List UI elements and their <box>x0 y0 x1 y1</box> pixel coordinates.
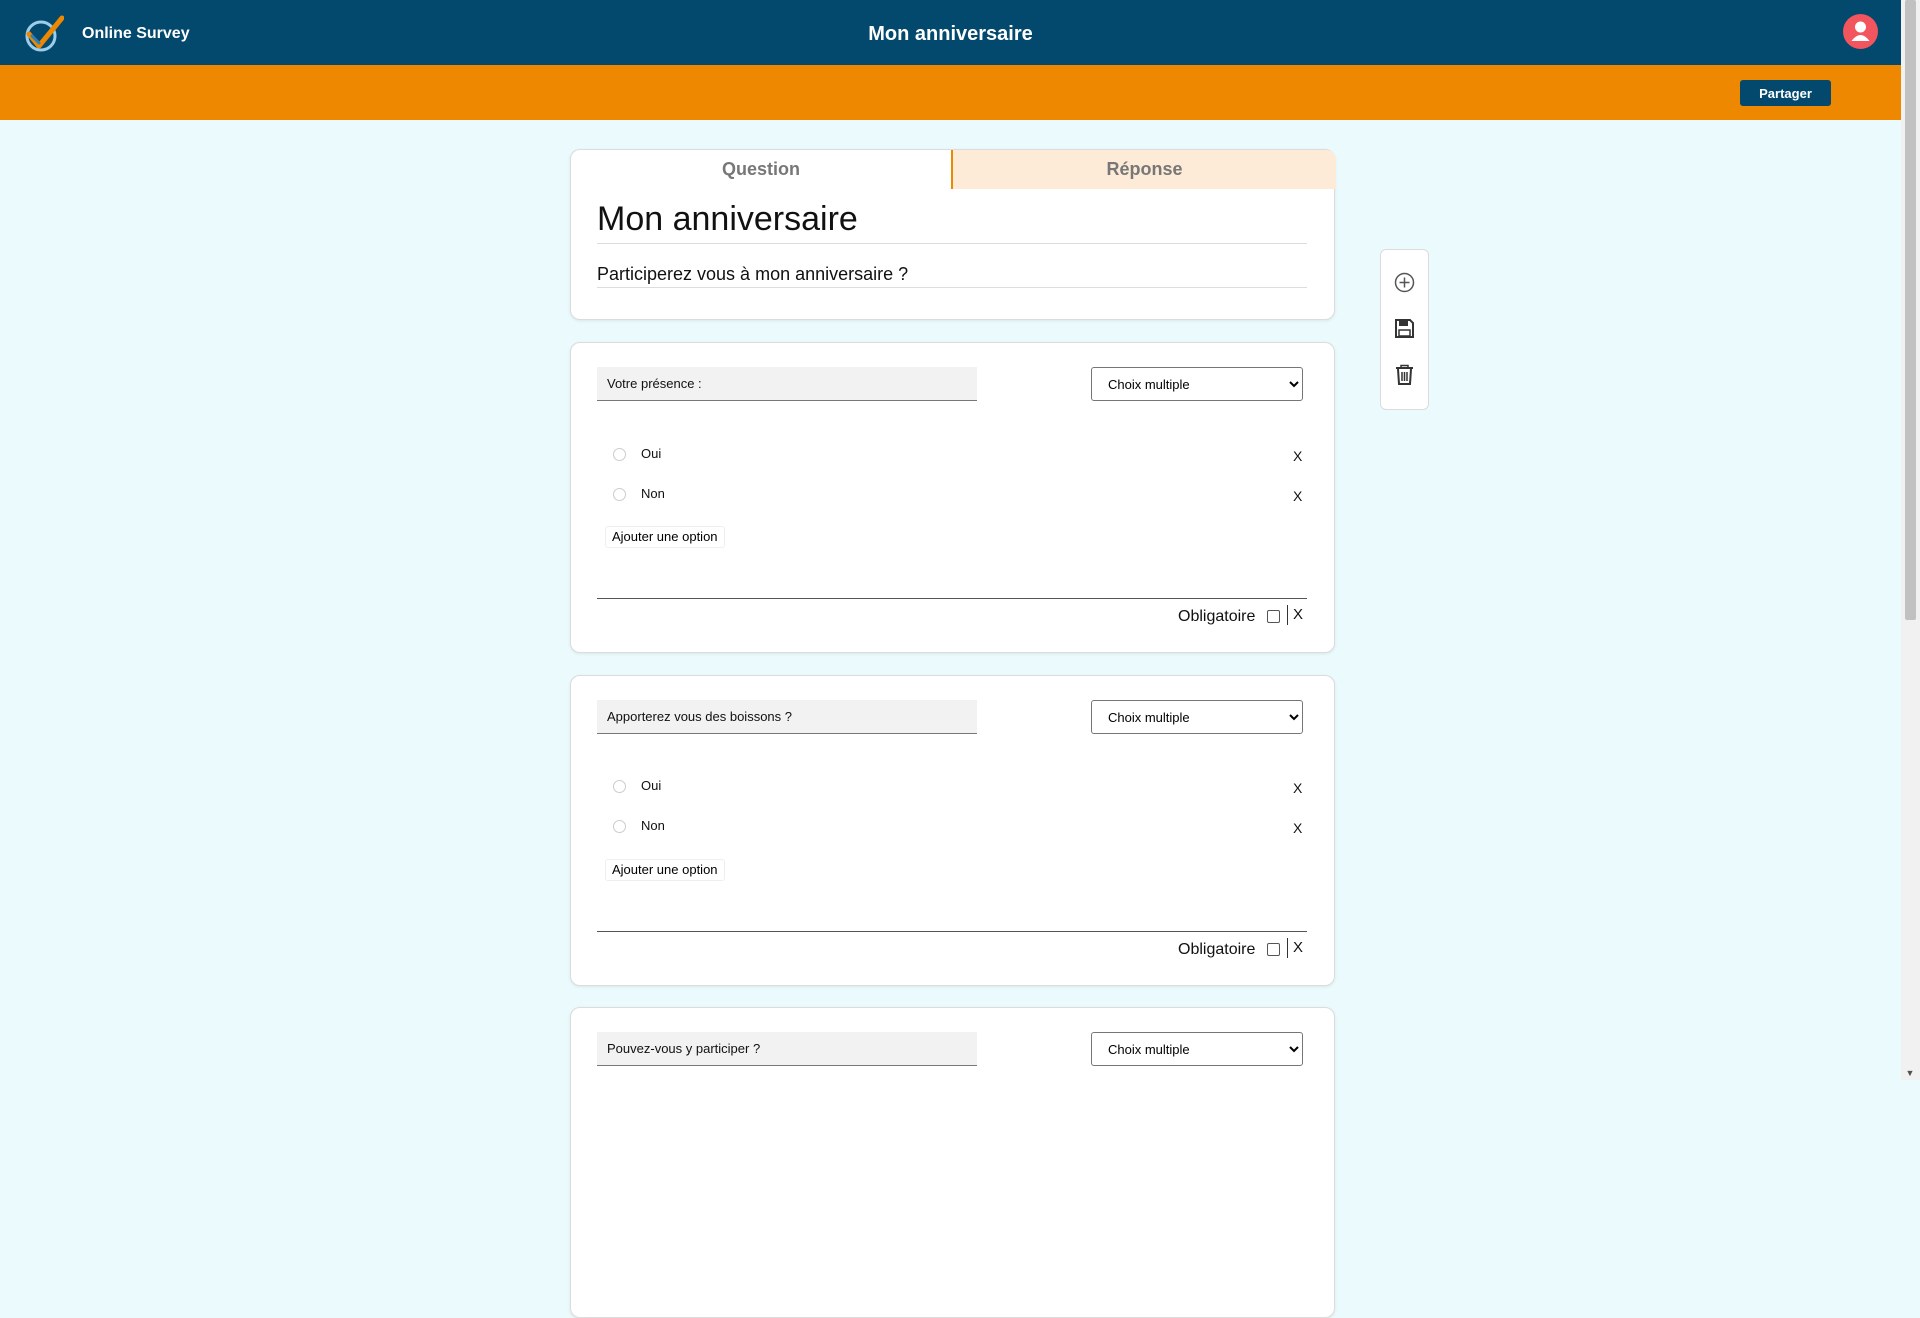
tab-answer[interactable]: Réponse <box>951 150 1336 189</box>
question-card: Votre présence : Choix multiple Oui X No… <box>570 342 1335 653</box>
question-card: Apporterez vous des boissons ? Choix mul… <box>570 675 1335 986</box>
divider <box>597 931 1307 932</box>
question-title-field[interactable]: Votre présence : <box>597 367 977 401</box>
required-checkbox[interactable] <box>1267 943 1280 956</box>
option-label[interactable]: Oui <box>641 446 661 461</box>
remove-option-button[interactable]: X <box>1293 488 1302 504</box>
option-label[interactable]: Non <box>641 486 665 501</box>
remove-option-button[interactable]: X <box>1293 448 1302 464</box>
required-checkbox[interactable] <box>1267 610 1280 623</box>
option-radio[interactable] <box>613 780 626 793</box>
add-circle-icon[interactable] <box>1393 271 1416 294</box>
action-bar <box>0 65 1901 120</box>
option-radio[interactable] <box>613 448 626 461</box>
survey-header-card: Question Réponse Mon anniversaire Partic… <box>570 149 1336 320</box>
option-label[interactable]: Oui <box>641 778 661 793</box>
required-label: Obligatoire <box>1178 941 1256 958</box>
remove-option-button[interactable]: X <box>1293 820 1302 836</box>
question-title-field[interactable]: Pouvez-vous y participer ? <box>597 1032 977 1066</box>
user-icon[interactable] <box>1843 14 1878 49</box>
question-title-field[interactable]: Apporterez vous des boissons ? <box>597 700 977 734</box>
option-label[interactable]: Non <box>641 818 665 833</box>
side-toolbar <box>1380 249 1429 410</box>
separator <box>1287 605 1288 625</box>
add-option-button[interactable]: Ajouter une option <box>605 526 725 548</box>
tab-question[interactable]: Question <box>571 150 951 189</box>
question-type-select[interactable]: Choix multiple <box>1091 700 1303 734</box>
question-type-select[interactable]: Choix multiple <box>1091 367 1303 401</box>
separator <box>1287 938 1288 958</box>
share-button[interactable]: Partager <box>1740 80 1831 106</box>
delete-question-button[interactable]: X <box>1293 939 1303 956</box>
page-title: Mon anniversaire <box>868 23 1033 45</box>
save-icon[interactable] <box>1393 317 1416 340</box>
required-label: Obligatoire <box>1178 608 1256 625</box>
scroll-down-icon[interactable]: ▼ <box>1904 1068 1916 1078</box>
delete-question-button[interactable]: X <box>1293 606 1303 623</box>
option-radio[interactable] <box>613 488 626 501</box>
survey-description-field[interactable]: Participerez vous à mon anniversaire ? <box>597 264 1307 288</box>
scrollbar-thumb[interactable] <box>1905 0 1916 620</box>
add-option-button[interactable]: Ajouter une option <box>605 859 725 881</box>
divider <box>597 598 1307 599</box>
top-header: Online Survey Mon anniversaire <box>0 0 1901 65</box>
survey-title-field[interactable]: Mon anniversaire <box>597 200 1307 244</box>
question-type-select[interactable]: Choix multiple <box>1091 1032 1303 1066</box>
option-radio[interactable] <box>613 820 626 833</box>
trash-icon[interactable] <box>1393 363 1416 386</box>
remove-option-button[interactable]: X <box>1293 780 1302 796</box>
question-card: Pouvez-vous y participer ? Choix multipl… <box>570 1007 1335 1318</box>
